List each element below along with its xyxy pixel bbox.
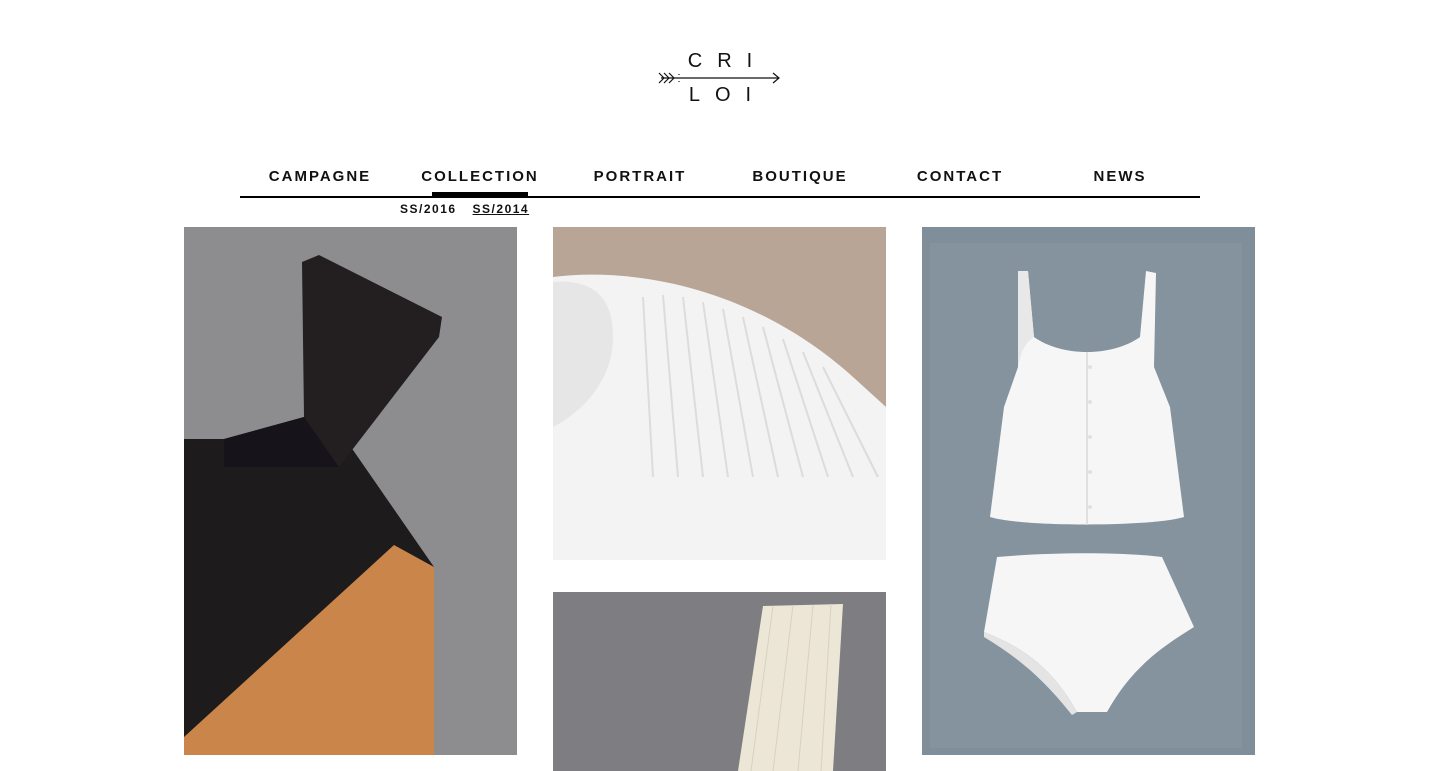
garment-illustration xyxy=(922,227,1255,755)
logo-top-text: CRI xyxy=(687,50,768,72)
nav-item-collection[interactable]: COLLECTION xyxy=(400,160,560,196)
garment-illustration xyxy=(553,227,886,560)
white-pleated-shirt-photo[interactable] xyxy=(553,227,886,560)
nav-item-portrait[interactable]: PORTRAIT xyxy=(560,160,720,196)
white-top-and-briefs-photo[interactable] xyxy=(922,227,1255,755)
logo-bottom-text: LOI xyxy=(688,84,767,106)
garment-illustration xyxy=(553,592,886,771)
page: CRI LOI CAMPAGNE COLLECTION PORTRAIT BOU… xyxy=(0,0,1440,771)
cream-knit-strip-photo[interactable] xyxy=(553,592,886,771)
main-nav: CAMPAGNE COLLECTION PORTRAIT BOUTIQUE CO… xyxy=(240,160,1200,198)
subnav-item-ss2016[interactable]: SS/2016 xyxy=(400,202,457,216)
black-orange-top-photo[interactable] xyxy=(184,227,517,755)
brand-logo[interactable]: CRI LOI xyxy=(655,48,785,110)
nav-item-news[interactable]: NEWS xyxy=(1040,160,1200,196)
nav-item-boutique[interactable]: BOUTIQUE xyxy=(720,160,880,196)
nav-item-contact[interactable]: CONTACT xyxy=(880,160,1040,196)
nav-item-campagne[interactable]: CAMPAGNE xyxy=(240,160,400,196)
collection-subnav: SS/2016 SS/2014 xyxy=(400,202,529,216)
subnav-item-ss2014[interactable]: SS/2014 xyxy=(473,202,530,216)
garment-illustration xyxy=(184,227,517,755)
arrow-icon xyxy=(658,72,780,84)
